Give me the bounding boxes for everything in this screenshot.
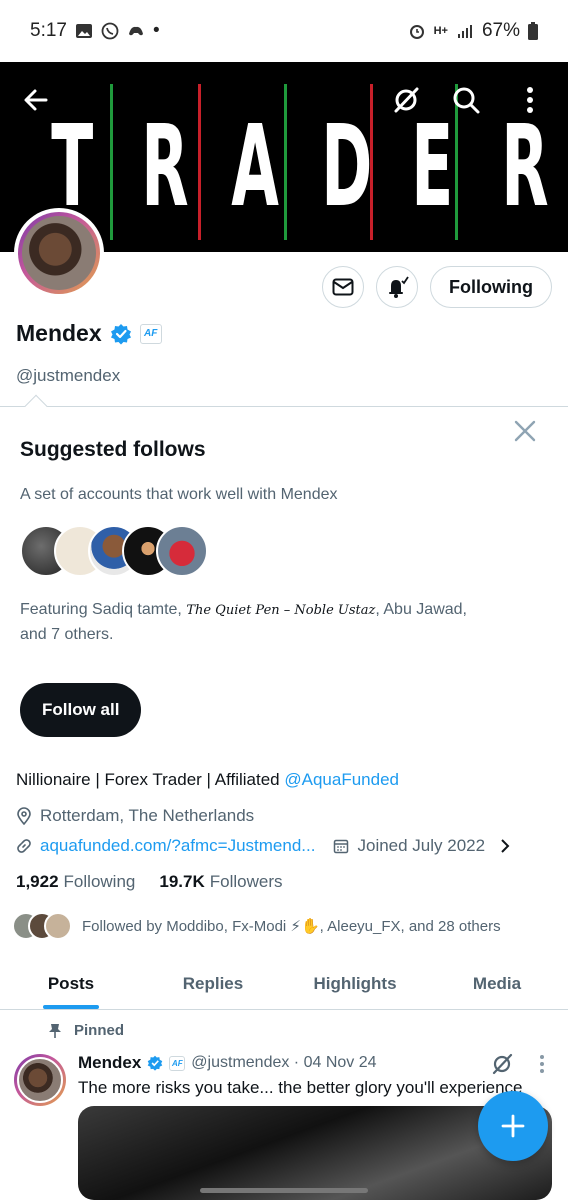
tab-replies[interactable]: Replies bbox=[142, 958, 284, 1009]
search-button[interactable] bbox=[446, 80, 486, 120]
whatsapp-icon bbox=[101, 22, 119, 40]
profile-website-link[interactable]: aquafunded.com/?afmc=Justmend... bbox=[40, 836, 315, 856]
profile-handle: @justmendex bbox=[16, 366, 121, 385]
message-button[interactable] bbox=[322, 266, 365, 308]
location-pin-icon bbox=[17, 807, 31, 825]
post-text: The more risks you take... the better gl… bbox=[78, 1078, 523, 1097]
bio-text: Nillionaire | Forex Trader | Affiliated bbox=[16, 770, 285, 789]
banner-title: T R A D E R bbox=[40, 102, 549, 232]
battery-percent: 67% bbox=[481, 20, 520, 41]
followed-by-row[interactable]: Followed by Moddibo, Fx-Modi ⚡✋, Aleeyu_… bbox=[12, 912, 501, 940]
display-name: Mendex bbox=[16, 320, 102, 346]
verified-badge-icon bbox=[148, 1055, 163, 1071]
banner-letter: A bbox=[231, 102, 279, 232]
suggested-follows-title: Suggested follows bbox=[20, 438, 206, 461]
featuring-text: Featuring Sadiq tamte, The Quiet Pen – N… bbox=[20, 598, 520, 647]
status-dot: • bbox=[152, 20, 160, 41]
affiliate-badge[interactable]: AF bbox=[139, 323, 162, 344]
avatar-photo bbox=[22, 216, 96, 290]
profile-avatar[interactable] bbox=[14, 208, 104, 298]
profile-actions: Following bbox=[322, 266, 552, 308]
suggest-caret bbox=[24, 394, 48, 418]
grok-button[interactable] bbox=[386, 80, 426, 120]
following-label: Following bbox=[63, 872, 136, 891]
grok-icon[interactable] bbox=[490, 1052, 514, 1076]
suggested-avatar bbox=[156, 525, 208, 577]
post-author-avatar[interactable] bbox=[14, 1054, 66, 1106]
banner-letter: R bbox=[501, 102, 549, 232]
more-vertical-icon bbox=[527, 87, 533, 113]
bell-check-icon bbox=[389, 276, 409, 298]
bio: Nillionaire | Forex Trader | Affiliated … bbox=[16, 770, 399, 790]
followers-count: 19.7K bbox=[159, 872, 205, 891]
follow-stats: 1,922 Following 19.7K Followers bbox=[16, 872, 282, 892]
search-icon bbox=[453, 87, 480, 114]
link-joined-row: aquafunded.com/?afmc=Justmend... Joined … bbox=[16, 836, 511, 856]
pinned-label-row: Pinned bbox=[48, 1022, 124, 1039]
tab-posts[interactable]: Posts bbox=[0, 958, 142, 1009]
suggested-avatars[interactable] bbox=[20, 525, 208, 577]
featuring-script-name: The Quiet Pen – Noble Ustaz bbox=[186, 603, 376, 618]
follow-all-button[interactable]: Follow all bbox=[20, 683, 142, 737]
bio-mention-link[interactable]: @AquaFunded bbox=[284, 770, 399, 789]
featuring-line2: and 7 others. bbox=[20, 626, 114, 643]
alarm-icon bbox=[409, 25, 424, 39]
pinned-label: Pinned bbox=[74, 1022, 125, 1039]
post-affiliate-badge: AF bbox=[169, 1055, 186, 1071]
verified-badge-icon[interactable] bbox=[110, 323, 132, 345]
pin-icon bbox=[49, 1023, 61, 1038]
banner-letter: E bbox=[411, 102, 454, 232]
mail-icon bbox=[332, 278, 354, 296]
following-count: 1,922 bbox=[16, 872, 59, 891]
back-arrow-icon bbox=[24, 89, 48, 111]
network-type: H+ bbox=[433, 25, 448, 37]
section-divider bbox=[0, 406, 568, 407]
featuring-prefix: Featuring Sadiq tamte, bbox=[20, 601, 187, 618]
followers-label: Followers bbox=[209, 872, 283, 891]
compose-button[interactable] bbox=[478, 1091, 548, 1161]
featuring-suffix: , Abu Jawad, bbox=[375, 601, 467, 618]
post-avatar-photo bbox=[17, 1057, 63, 1103]
follower-avatar bbox=[44, 912, 72, 940]
calendar-icon bbox=[334, 839, 349, 854]
name-row: Mendex AF bbox=[16, 320, 162, 347]
chevron-right-icon[interactable] bbox=[499, 838, 511, 854]
more-vertical-icon[interactable] bbox=[530, 1052, 554, 1076]
location-row: Rotterdam, The Netherlands bbox=[16, 806, 254, 826]
back-button[interactable] bbox=[16, 80, 56, 120]
battery-icon bbox=[528, 22, 538, 40]
link-icon bbox=[17, 839, 31, 853]
followers-count-link[interactable]: 19.7K Followers bbox=[159, 872, 282, 892]
game-icon bbox=[128, 26, 143, 36]
profile-tabs: Posts Replies Highlights Media bbox=[0, 958, 568, 1010]
more-options-button[interactable] bbox=[510, 80, 550, 120]
location-text: Rotterdam, The Netherlands bbox=[40, 806, 255, 825]
post-handle-date: @justmendex · 04 Nov 24 bbox=[191, 1054, 377, 1071]
suggested-follows-subtitle: A set of accounts that work well with Me… bbox=[20, 486, 338, 503]
plus-icon bbox=[501, 1114, 525, 1138]
notifications-button[interactable] bbox=[376, 266, 419, 308]
close-icon[interactable] bbox=[512, 418, 538, 444]
joined-date: Joined July 2022 bbox=[357, 836, 486, 855]
home-indicator[interactable] bbox=[200, 1188, 368, 1193]
banner-letter: R bbox=[141, 102, 189, 232]
followed-by-avatars bbox=[12, 912, 72, 940]
following-button[interactable]: Following bbox=[430, 266, 552, 308]
tab-highlights[interactable]: Highlights bbox=[284, 958, 426, 1009]
following-count-link[interactable]: 1,922 Following bbox=[16, 872, 135, 892]
status-time: 5:17 bbox=[30, 20, 67, 41]
gallery-icon bbox=[75, 24, 92, 38]
signal-icon bbox=[457, 25, 472, 38]
post-header: Mendex AF @justmendex · 04 Nov 24 bbox=[78, 1053, 377, 1073]
banner-letter: T bbox=[51, 102, 94, 232]
followed-by-text: Followed by Moddibo, Fx-Modi ⚡✋, Aleeyu_… bbox=[82, 918, 501, 935]
status-bar: 5:17 • H+ 67% bbox=[0, 0, 568, 62]
banner-letter: D bbox=[321, 102, 373, 232]
post-author-name[interactable]: Mendex bbox=[78, 1053, 141, 1073]
avatar-ring bbox=[18, 212, 100, 294]
grok-icon bbox=[394, 87, 419, 113]
tab-media[interactable]: Media bbox=[426, 958, 568, 1009]
